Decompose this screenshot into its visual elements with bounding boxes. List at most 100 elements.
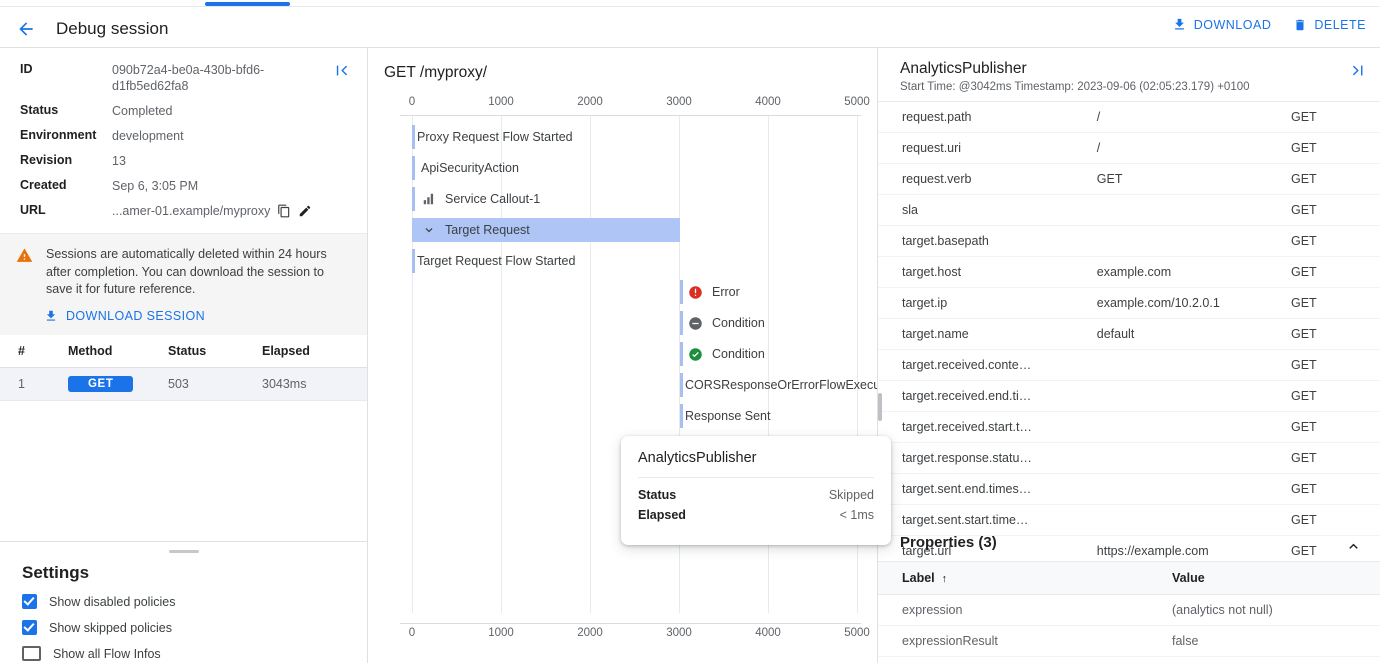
timeline-chart: 0 1000 2000 3000 4000 5000 Proxy Re [368,96,877,663]
setting-show-skipped-policies[interactable]: Show skipped policies [22,620,367,635]
retention-notice-text: Sessions are automatically deleted withi… [46,246,351,299]
right-panel-title: AnalyticsPublisher [900,60,1364,78]
table-row[interactable]: target.sent.end.times…GET [878,474,1380,505]
flow-row-label: Condition [712,316,765,330]
variable-name: request.uri [878,133,1091,164]
checkbox-checked-icon [22,620,37,635]
table-row[interactable]: expressionResultfalse [878,626,1380,657]
flow-row-proxy-request-flow-started[interactable]: Proxy Request Flow Started [368,122,877,152]
table-row[interactable]: nameAnalyticsPublish... [878,657,1380,663]
variable-name: request.path [878,102,1091,133]
meta-row-created: Created Sep 6, 3:05 PM [20,178,351,194]
col-header-label[interactable]: Label↑ [878,562,1166,595]
flow-row-cors-response-or-error-flow[interactable]: CORSResponseOrErrorFlowExecu [368,370,877,400]
checkbox-unchecked-icon [22,646,41,661]
variable-value: example.com/10.2.0.1 [1091,288,1285,319]
property-value: AnalyticsPublish... [1166,657,1380,663]
property-value: (analytics not null) [1166,595,1380,626]
variable-value [1091,381,1285,412]
flow-row-apisecurityaction[interactable]: ApiSecurityAction [368,153,877,183]
variable-name: target.ip [878,288,1091,319]
flow-row-target-request[interactable]: Target Request [368,215,877,245]
flow-row-label: Target Request [445,223,530,237]
col-header-status[interactable]: Status [162,335,256,368]
chevron-down-icon[interactable] [421,223,436,238]
collapse-left-panel-button[interactable] [334,62,351,79]
right-panel-header: AnalyticsPublisher Start Time: @3042ms T… [878,48,1380,102]
property-label: name [878,657,1166,663]
table-row[interactable]: 1 GET 503 3043ms [0,367,367,400]
method-badge: GET [68,376,133,392]
download-session-label: DOWNLOAD SESSION [66,309,205,323]
table-row[interactable]: target.response.statu…GET [878,443,1380,474]
variable-method: GET [1285,288,1380,319]
table-row[interactable]: target.ipexample.com/10.2.0.1GET [878,288,1380,319]
trash-icon [1293,18,1307,32]
download-icon [44,309,58,323]
table-row[interactable]: expression(analytics not null) [878,595,1380,626]
col-header-elapsed[interactable]: Elapsed [256,335,367,368]
cell-status: 503 [162,367,256,400]
page-title: Debug session [56,17,168,41]
table-row[interactable]: target.received.end.ti…GET [878,381,1380,412]
variable-method: GET [1285,226,1380,257]
variable-value: / [1091,102,1285,133]
flow-row-condition-passed[interactable]: Condition [368,339,877,369]
variable-name: target.received.conte… [878,350,1091,381]
variable-method: GET [1285,319,1380,350]
download-button-label: DOWNLOAD [1194,18,1272,32]
table-row[interactable]: request.path/GET [878,102,1380,133]
arrow-left-icon [16,19,36,39]
error-icon [688,285,703,300]
download-button[interactable]: DOWNLOAD [1172,17,1272,32]
setting-show-disabled-policies[interactable]: Show disabled policies [22,594,367,609]
variable-method: GET [1285,474,1380,505]
meta-row-revision: Revision 13 [20,153,351,169]
debug-session-page: Debug session DOWNLOAD DELETE [0,0,1380,663]
table-header-row: Label↑ Value [878,562,1380,595]
property-label: expressionResult [878,626,1166,657]
axis-tick: 2000 [577,627,603,639]
copy-url-button[interactable] [277,204,291,218]
col-header-value[interactable]: Value [1166,562,1380,595]
variable-name: target.received.end.ti… [878,381,1091,412]
table-row[interactable]: target.basepathGET [878,226,1380,257]
axis-tick: 0 [409,627,415,639]
col-header-num[interactable]: # [0,335,62,368]
download-session-button[interactable]: DOWNLOAD SESSION [44,309,351,323]
edit-url-button[interactable] [298,204,312,218]
table-row[interactable]: target.received.conte… GET [878,350,1380,381]
table-row[interactable]: slaGET [878,195,1380,226]
table-row[interactable]: target.received.start.t…GET [878,412,1380,443]
flow-row-label: Response Sent [685,409,770,423]
table-row[interactable]: target.hostexample.comGET [878,257,1380,288]
page-header: Debug session DOWNLOAD DELETE [0,8,1380,48]
expand-right-panel-button[interactable] [1349,62,1366,79]
setting-show-all-flow-infos[interactable]: Show all Flow Infos [22,646,367,661]
axis-tick: 4000 [755,96,781,108]
variable-method: GET [1285,257,1380,288]
collapse-properties-button[interactable] [1345,538,1362,555]
meta-key: ID [20,62,112,76]
flow-row-error[interactable]: Error [368,277,877,307]
col-header-method[interactable]: Method [62,335,162,368]
sort-ascending-icon: ↑ [942,573,948,585]
flow-row-service-callout-1[interactable]: Service Callout-1 [368,184,877,214]
table-row[interactable]: request.verbGETGET [878,164,1380,195]
right-panel: AnalyticsPublisher Start Time: @3042ms T… [878,48,1380,663]
table-row[interactable]: target.namedefaultGET [878,319,1380,350]
cell-elapsed: 3043ms [256,367,367,400]
settings-resize-handle[interactable] [169,550,199,553]
middle-panel: GET /myproxy/ 0 1000 2000 3000 4000 5000 [368,48,878,663]
table-row[interactable]: request.uri/GET [878,133,1380,164]
flow-row-condition-skipped[interactable]: Condition [368,308,877,338]
variable-method: GET [1285,350,1380,381]
back-button[interactable] [14,17,38,41]
right-panel-scrollbar-thumb[interactable] [878,393,882,421]
tooltip-value: < 1ms [840,508,874,522]
flow-row-response-sent[interactable]: Response Sent [368,401,877,431]
delete-button[interactable]: DELETE [1293,18,1366,32]
axis-tick: 4000 [755,627,781,639]
meta-value: Sep 6, 3:05 PM [112,178,198,194]
flow-row-target-request-flow-started[interactable]: Target Request Flow Started [368,246,877,276]
